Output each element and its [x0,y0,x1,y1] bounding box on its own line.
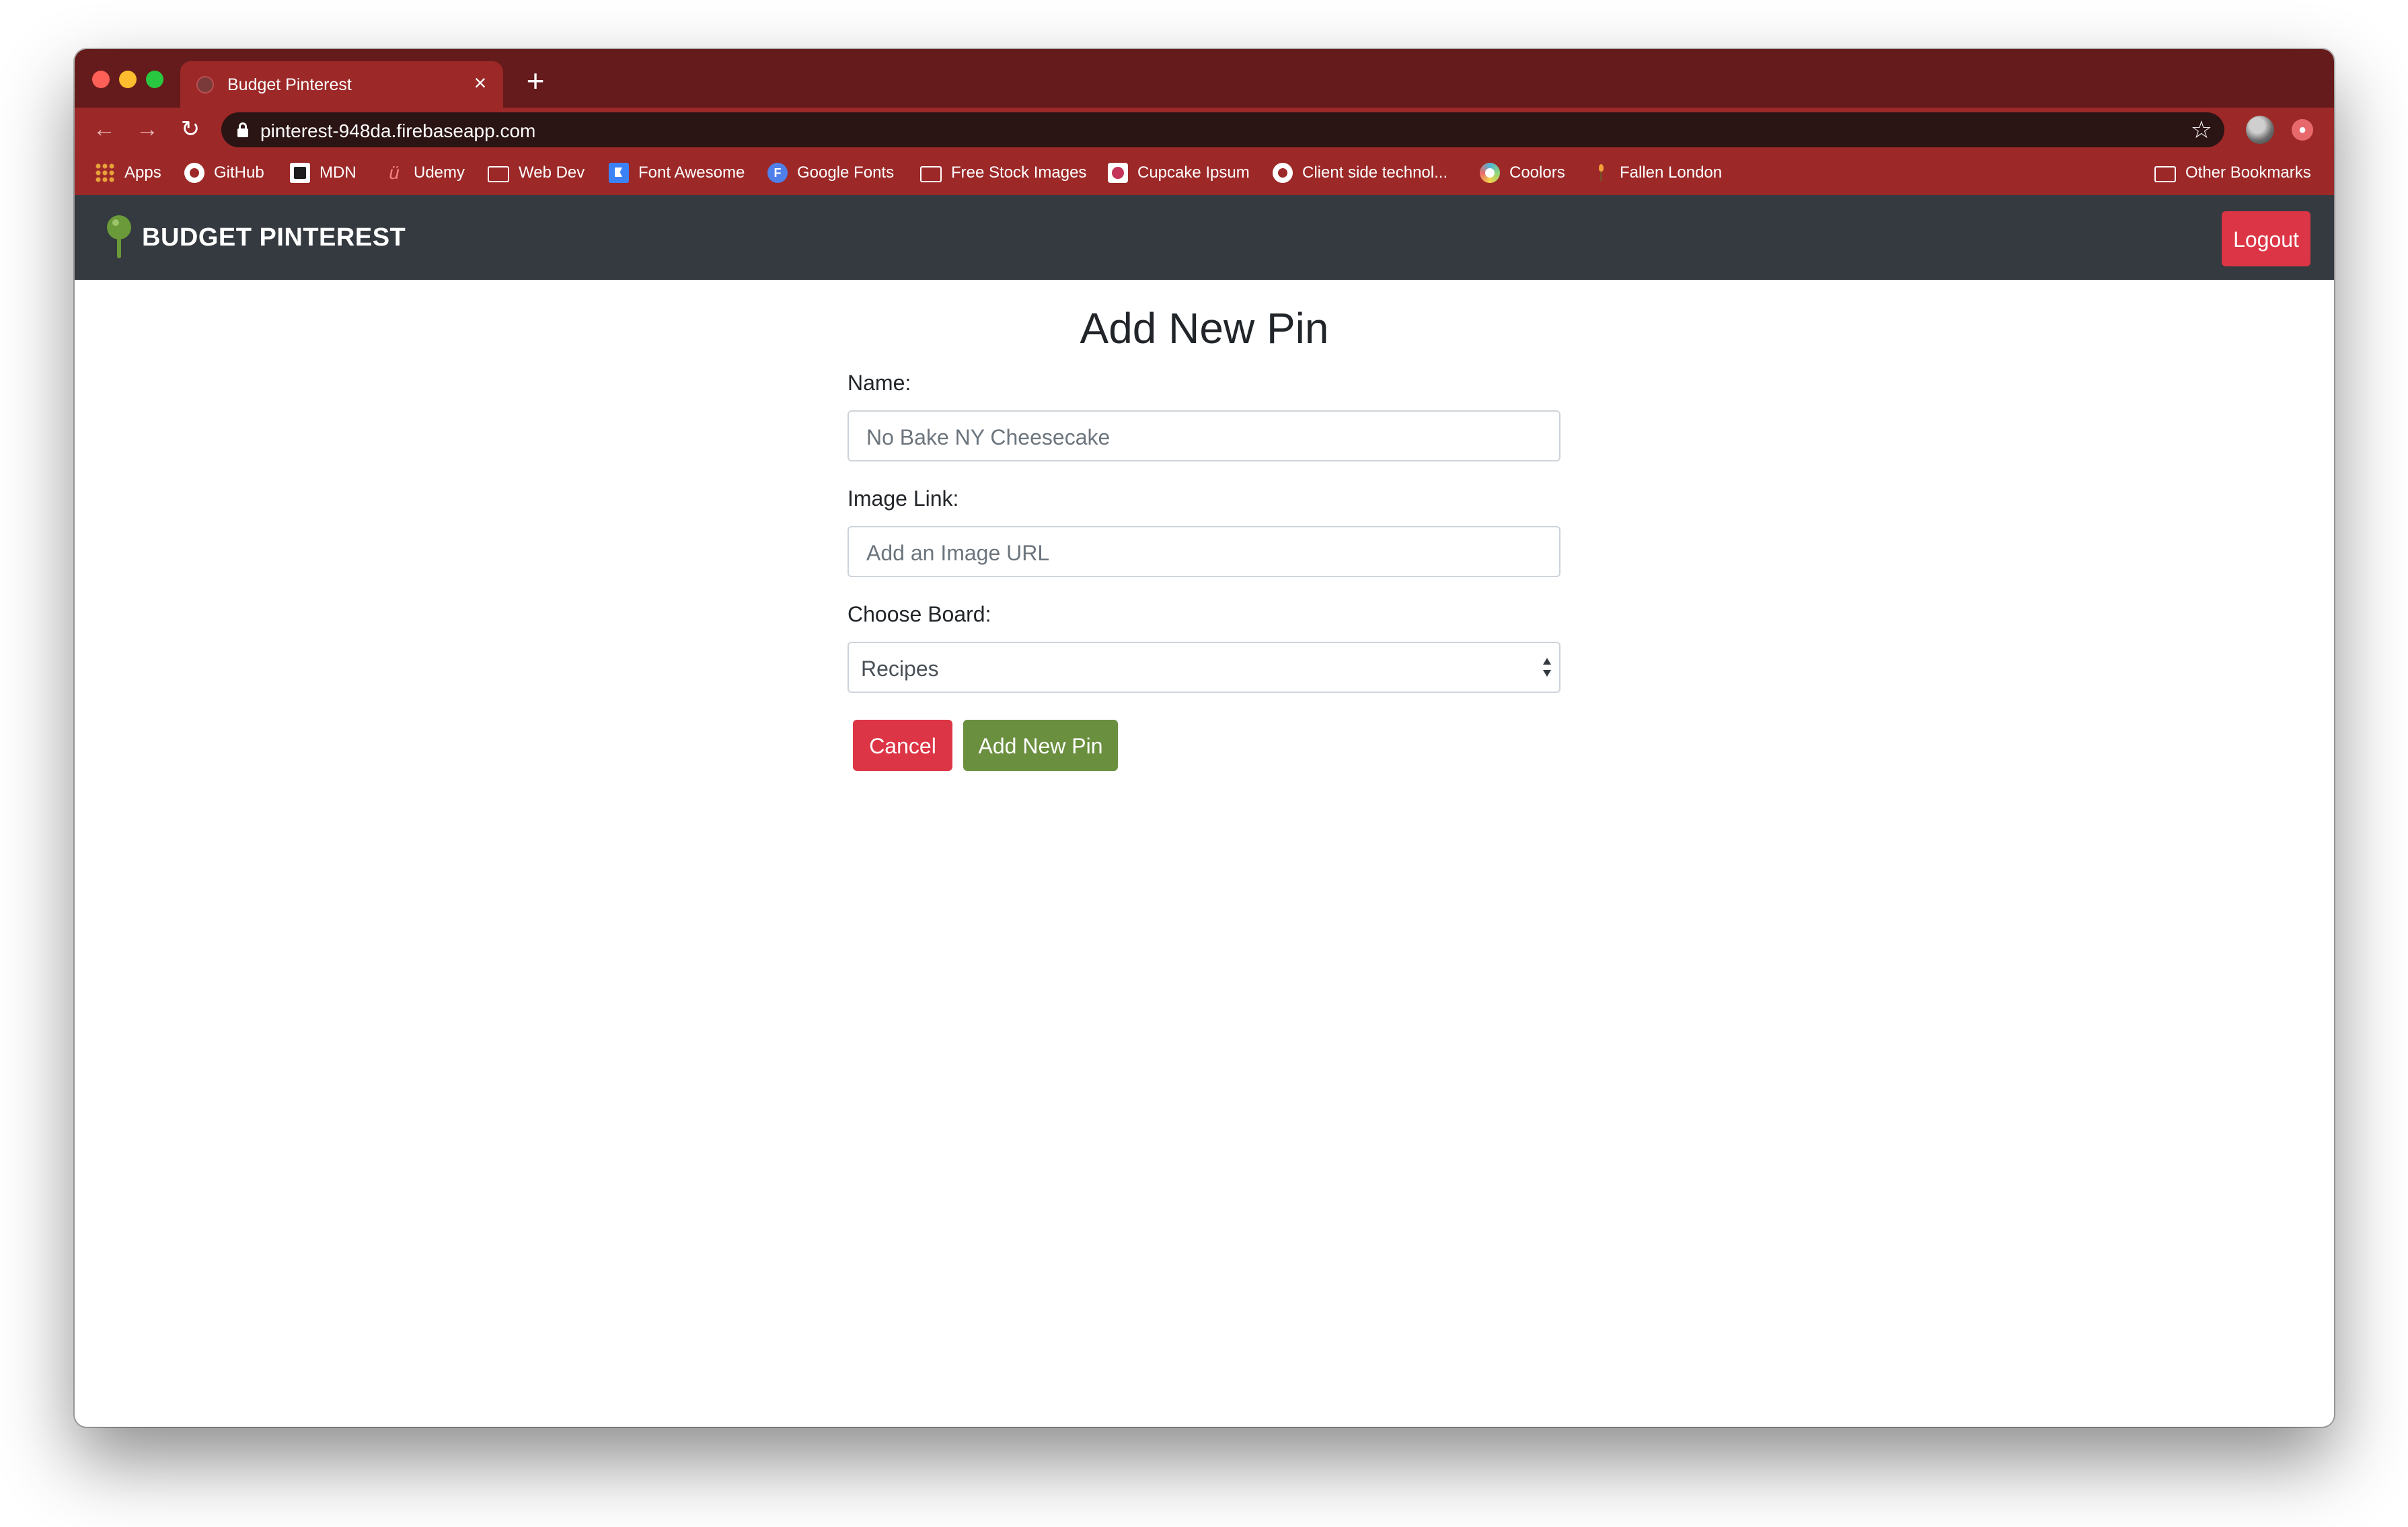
forward-arrow-icon[interactable]: → [131,113,163,145]
bookmark-label: Other Bookmarks [2185,163,2311,182]
bookmark-label: Google Fonts [797,163,895,182]
pushpin-logo-icon [106,215,133,260]
bookmark-cupcake-ipsum[interactable]: Cupcake Ipsum [1108,151,1250,195]
github-icon [1273,163,1293,183]
bookmark-other-bookmarks[interactable]: Other Bookmarks [2154,151,2311,195]
image-link-placeholder: Add an Image URL [866,541,1050,565]
add-new-pin-button[interactable]: Add New Pin [963,720,1118,771]
bookmark-udemy[interactable]: ü Udemy [384,151,465,195]
tab-close-icon[interactable]: × [468,71,492,95]
folder-icon [488,165,509,182]
board-select-value: Recipes [861,657,939,681]
browser-toolbar: ← → ↻ pinterest-948da.firebaseapp.com ☆ … [75,108,2334,151]
select-arrows-icon [1542,657,1552,681]
apps-grid-icon [95,163,115,183]
tab-title: Budget Pinterest [227,75,352,94]
brand-name[interactable]: BUDGET PINTEREST [142,223,406,252]
bookmark-apps[interactable]: Apps [95,151,161,195]
candle-icon [1597,163,1605,183]
minimize-window-button[interactable] [119,71,137,88]
back-arrow-icon[interactable]: ← [88,113,120,145]
logout-button[interactable]: Logout [2222,211,2310,266]
name-input[interactable]: No Bake NY Cheesecake [848,410,1560,461]
tab-favicon-icon [196,76,214,94]
bookmark-label: Web Dev [519,163,585,182]
bookmark-web-dev[interactable]: Web Dev [488,151,585,195]
bookmark-label: Coolors [1509,163,1565,182]
page-title: Add New Pin [1080,304,1329,352]
udemy-icon: ü [389,162,400,183]
bookmark-fallen-london[interactable]: Fallen London [1597,151,1722,195]
name-label: Name: [848,371,911,395]
image-link-input[interactable]: Add an Image URL [848,526,1560,577]
board-select[interactable]: Recipes [848,642,1560,693]
bookmark-google-fonts[interactable]: F Google Fonts [767,151,894,195]
lock-icon[interactable] [237,122,248,137]
bookmark-label: GitHub [214,163,264,182]
bookmark-client-side[interactable]: Client side technol... [1273,151,1447,195]
choose-board-label: Choose Board: [848,602,991,626]
name-input-placeholder: No Bake NY Cheesecake [866,425,1111,449]
reload-icon[interactable]: ↻ [174,113,206,145]
font-awesome-flag-icon [609,163,629,183]
mdn-icon [290,163,310,183]
browser-window: Budget Pinterest × + ← → ↻ pinterest-948… [75,49,2334,1427]
github-icon [184,163,204,183]
bookmark-label: MDN [319,163,356,182]
bookmark-free-stock-images[interactable]: Free Stock Images [920,151,1086,195]
app-navbar: BUDGET PINTEREST Logout [75,195,2334,280]
address-bar[interactable]: pinterest-948da.firebaseapp.com ☆ [221,112,2224,147]
bookmark-label: Fallen London [1620,163,1723,182]
folder-icon [2154,165,2176,182]
bookmark-label: Udemy [414,163,465,182]
bookmark-label: Client side technol... [1302,163,1448,182]
maximize-window-button[interactable] [146,71,163,88]
tab-strip: Budget Pinterest × + [75,49,2334,108]
bookmark-label: Apps [124,163,161,182]
bookmark-star-icon[interactable]: ☆ [2191,115,2212,145]
google-fonts-icon: F [767,163,788,183]
close-window-button[interactable] [92,71,110,88]
bookmark-coolors[interactable]: Coolors [1480,151,1565,195]
coolors-icon [1480,163,1500,183]
bookmark-label: Cupcake Ipsum [1137,163,1250,182]
cupcake-icon [1108,163,1128,183]
image-link-label: Image Link: [848,486,959,511]
extension-icon[interactable]: ● [2292,119,2313,141]
tab-budget-pinterest[interactable]: Budget Pinterest × [180,61,503,108]
profile-avatar[interactable] [2246,116,2274,144]
url-text[interactable]: pinterest-948da.firebaseapp.com [260,120,535,142]
bookmark-github[interactable]: GitHub [184,151,264,195]
new-tab-button[interactable]: + [519,64,552,98]
bookmark-font-awesome[interactable]: Font Awesome [609,151,745,195]
bookmark-label: Free Stock Images [951,163,1087,182]
bookmark-label: Font Awesome [638,163,745,182]
bookmark-mdn[interactable]: MDN [290,151,356,195]
cancel-button[interactable]: Cancel [853,720,952,771]
folder-icon [920,165,942,182]
bookmarks-bar: Apps GitHub MDN ü Udemy Web Dev Font Awe… [75,151,2334,196]
